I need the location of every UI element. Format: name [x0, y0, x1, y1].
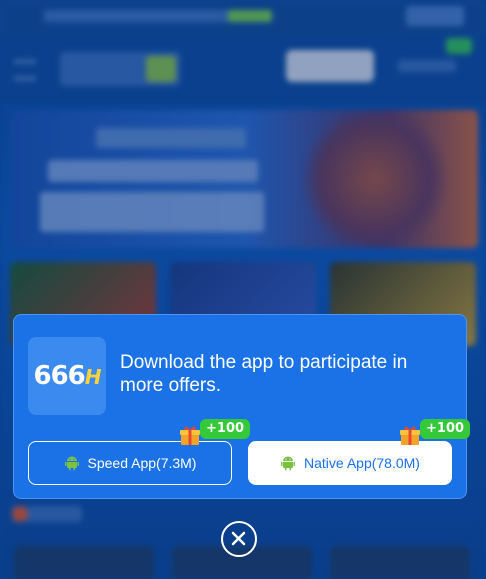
app-logo-icon: 666H — [28, 337, 106, 415]
native-app-button[interactable]: Native App(78.0M) — [248, 441, 452, 485]
speed-app-button[interactable]: Speed App(7.3M) — [28, 441, 232, 485]
app-download-modal: 666H Download the app to participate in … — [13, 314, 471, 499]
gift-icon — [180, 426, 200, 445]
close-icon — [231, 531, 246, 546]
close-button[interactable] — [221, 521, 257, 557]
gift-icon — [400, 426, 420, 445]
download-message: Download the app to participate in more … — [120, 352, 408, 396]
app-logo-text: 666 — [33, 361, 85, 391]
app-logo-suffix: H — [84, 365, 102, 389]
android-icon — [281, 456, 296, 471]
bonus-badge: +100 — [420, 419, 471, 439]
android-icon — [64, 456, 79, 471]
native-app-label: Native App(78.0M) — [304, 455, 420, 471]
bonus-badge: +100 — [200, 419, 251, 439]
speed-app-label: Speed App(7.3M) — [87, 455, 197, 471]
